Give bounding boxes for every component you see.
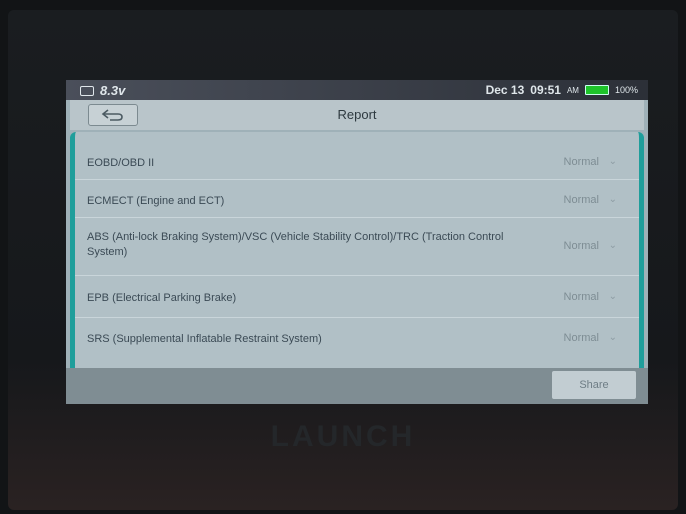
system-name: EOBD/OBD II [87, 157, 155, 169]
battery-icon [584, 85, 609, 95]
chevron-down-icon: ⌄ [608, 240, 617, 251]
status-date: Dec 13 [485, 83, 525, 97]
status-dropdown[interactable]: Normal [564, 291, 599, 303]
status-ampm: AM [566, 85, 579, 95]
chevron-down-icon: ⌄ [608, 156, 617, 167]
system-name: SRS (Supplemental Inflatable Restraint S… [87, 333, 322, 345]
list-item[interactable]: ABS (Anti-lock Braking System)/VSC (Vehi… [75, 218, 639, 276]
battery-percent: 100% [614, 85, 638, 95]
bottom-bar: Share [66, 368, 648, 404]
status-left: 8.3v [80, 83, 125, 98]
status-dropdown[interactable]: Normal [564, 156, 599, 168]
system-name: EPB (Electrical Parking Brake) [87, 292, 237, 304]
title-bar: Report [70, 100, 644, 130]
page-title: Report [337, 107, 377, 122]
list-item[interactable]: SRS (Supplemental Inflatable Restraint S… [75, 318, 639, 358]
status-right: Dec 13 09:51 AM 100% [486, 83, 638, 97]
status-time: 09:51 [530, 83, 561, 97]
list-item[interactable]: EOBD/OBD II Normal ⌄ [75, 132, 639, 180]
report-list: EOBD/OBD II Normal ⌄ ECMECT (Engine and … [70, 132, 644, 368]
system-name: ABS (Anti-lock Braking System)/VSC (Vehi… [87, 231, 504, 258]
status-bar: 8.3v Dec 13 09:51 AM 100% [66, 80, 648, 100]
car-icon [80, 85, 94, 96]
device-screen: 8.3v Dec 13 09:51 AM 100% Report EOBD/OB… [66, 80, 648, 404]
share-button[interactable]: Share [552, 371, 636, 399]
status-dropdown[interactable]: Normal [564, 240, 599, 252]
list-item[interactable]: ECMECT (Engine and ECT) Normal ⌄ [75, 180, 639, 218]
chevron-down-icon: ⌄ [608, 291, 617, 302]
chevron-down-icon: ⌄ [608, 332, 617, 343]
status-dropdown[interactable]: Normal [564, 194, 599, 206]
status-dropdown[interactable]: Normal [564, 332, 599, 344]
voltage-readout: 8.3v [100, 83, 126, 98]
device-brand-logo: LAUNCH [270, 420, 416, 453]
chevron-down-icon: ⌄ [608, 194, 617, 205]
system-name: ECMECT (Engine and ECT) [87, 195, 225, 207]
list-item[interactable]: EPB (Electrical Parking Brake) Normal ⌄ [75, 276, 639, 318]
